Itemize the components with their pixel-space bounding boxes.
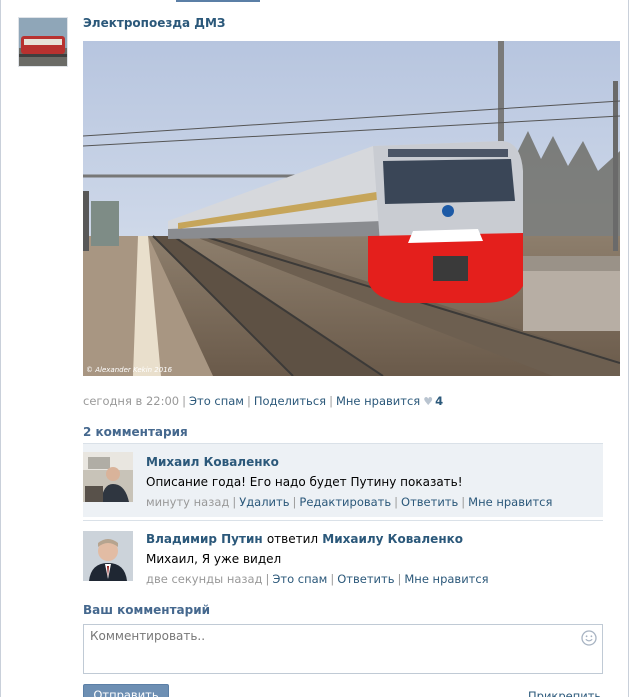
share-link[interactable]: Поделиться [254,394,326,408]
separator: | [292,495,297,509]
photo-watermark: © Alexander Kekin 2016 [86,366,173,374]
frame-border-right [628,0,629,697]
comments-count: 2 комментария [83,425,188,439]
reply-word: ответил [266,532,319,546]
post-photo[interactable]: © Alexander Kekin 2016 [83,41,620,376]
separator: | [232,495,237,509]
reply-link[interactable]: Ответить [401,495,458,509]
comment-time[interactable]: две секунды назад [146,572,263,586]
separator: | [394,495,399,509]
delete-link[interactable]: Удалить [239,495,289,509]
separator: | [265,572,270,586]
composer-heading: Ваш комментарий [83,603,211,617]
comment-meta: минуту назад | Удалить | Редактировать | Ответ… [146,495,552,509]
separator: | [330,572,335,586]
separator: | [246,394,251,408]
separator: | [461,495,466,509]
avatar[interactable] [83,452,133,502]
like-count[interactable]: 4 [435,394,443,408]
post-time[interactable]: сегодня в 22:00 [83,394,179,408]
active-tab-indicator [176,0,260,2]
comment-author[interactable]: Михаил Коваленко [146,455,279,469]
reply-link[interactable]: Ответить [337,572,394,586]
comment-author-name[interactable]: Владимир Путин [146,532,263,546]
separator: | [329,394,333,408]
comment-input[interactable]: Комментировать.. [83,624,603,674]
frame-border-left [0,0,1,697]
spam-link[interactable]: Это спам [272,572,327,586]
comment-item: Михаил Коваленко Описание года! Его надо… [83,444,603,517]
send-button[interactable]: Отправить [83,684,169,697]
post-author[interactable]: Электропоезда ДМЗ [83,16,225,30]
comment-text: Описание года! Его надо будет Путину пок… [146,475,463,489]
reply-to-link[interactable]: Михаилу Коваленко [322,532,463,546]
smile-icon[interactable] [581,630,597,646]
comment-author: Владимир Путин ответил Михаилу Коваленко [146,532,463,546]
post-meta: сегодня в 22:00 | Это спам | Поделиться | Мне … [83,394,443,408]
comment-placeholder: Комментировать.. [90,629,206,643]
like-link[interactable]: Мне нравится [404,572,488,586]
comment-meta: две секунды назад | Это спам | Ответить | Мне … [146,572,489,586]
like-link[interactable]: Мне нравится [336,394,420,408]
heart-icon[interactable]: ♥ [423,395,433,408]
edit-link[interactable]: Редактировать [299,495,391,509]
avatar[interactable] [83,531,133,581]
comment-item: Владимир Путин ответил Михаилу Коваленко… [83,521,603,594]
comment-time[interactable]: минуту назад [146,495,229,509]
attach-link[interactable]: Прикрепить [528,689,601,697]
spam-link[interactable]: Это спам [189,394,244,408]
group-avatar[interactable] [18,17,68,67]
comment-text: Михаил, Я уже видел [146,552,282,566]
like-link[interactable]: Мне нравится [468,495,552,509]
separator: | [397,572,402,586]
separator: | [182,394,186,408]
